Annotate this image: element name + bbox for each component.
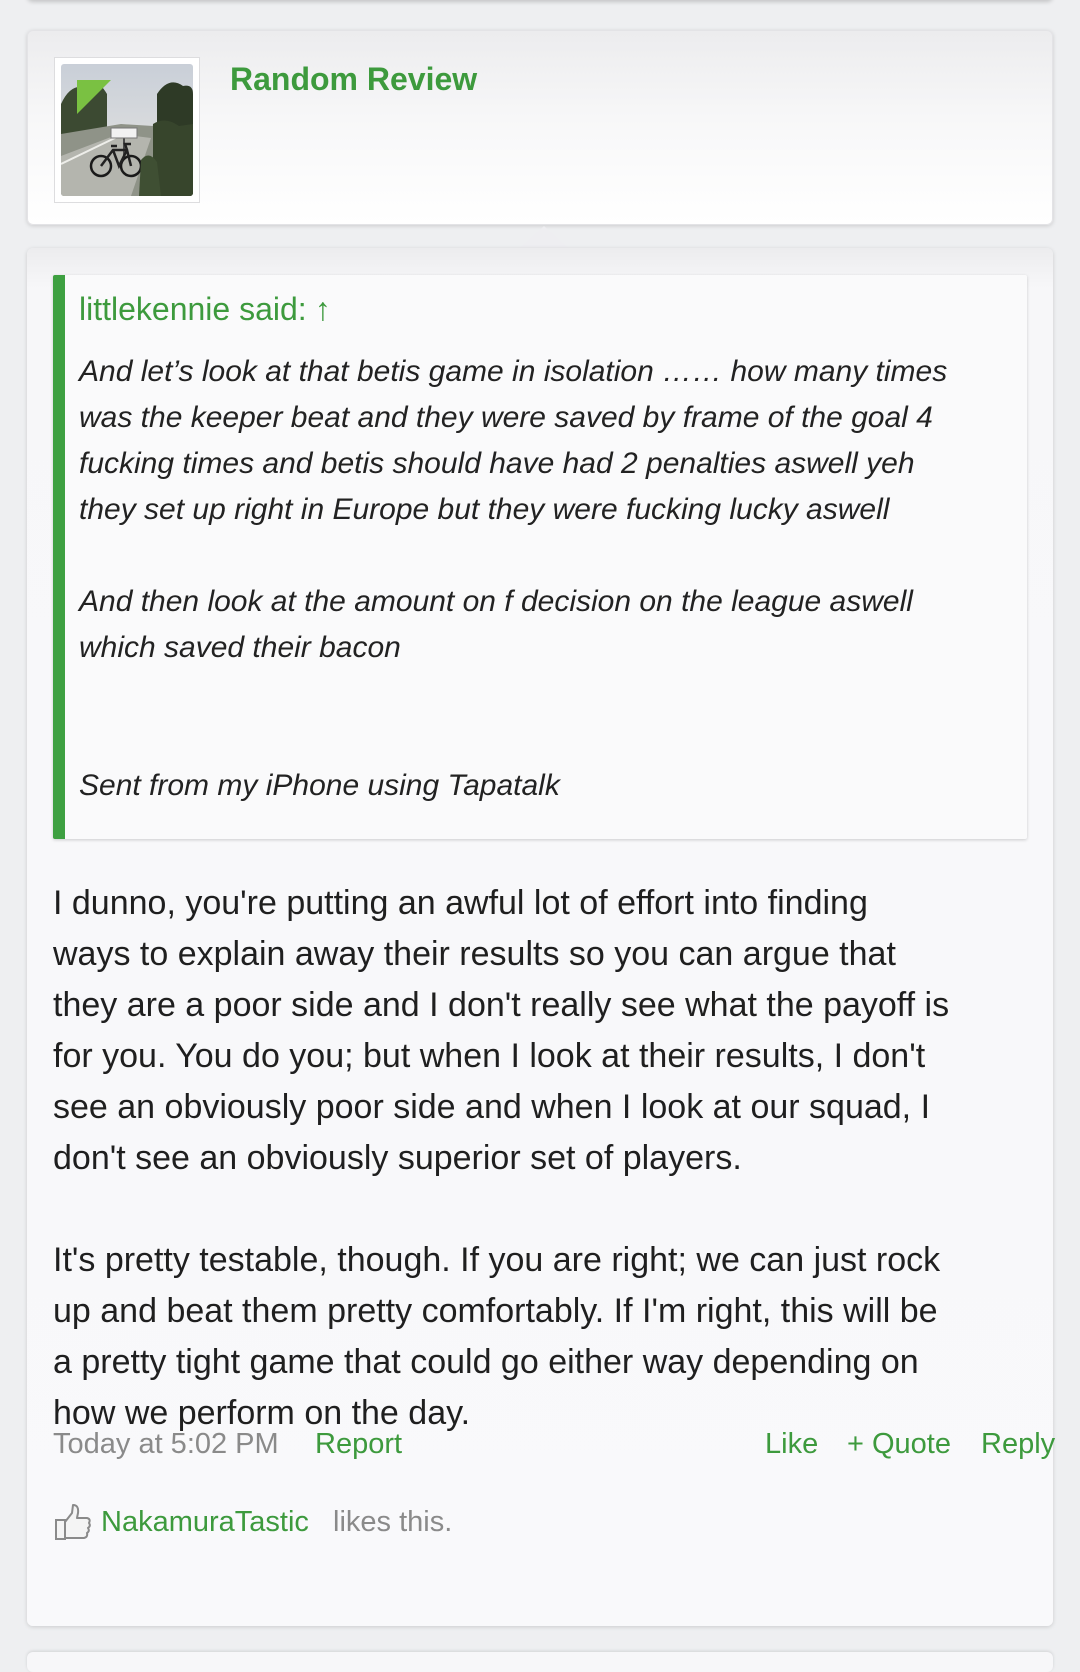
- post-message: littlekennie said: ↑ And let’s look at th…: [27, 248, 1055, 1626]
- quote-line: And let’s look at that betis game in iso…: [79, 355, 948, 388]
- post-author-username[interactable]: Random Review: [230, 61, 477, 98]
- post-line: ways to explain away their results so yo…: [53, 935, 896, 973]
- quote-block: littlekennie said: ↑ And let’s look at th…: [53, 275, 1027, 839]
- post-line: they are a poor side and I don't really …: [53, 986, 950, 1024]
- quote-line: which saved their bacon: [79, 631, 401, 664]
- quote-jump-arrow-icon[interactable]: ↑: [315, 291, 331, 327]
- post-line: up and beat them pretty comfortably. If …: [53, 1292, 938, 1330]
- post-line: see an obviously poor side and when I lo…: [53, 1088, 931, 1126]
- card-pointer: [520, 226, 568, 248]
- post-line: for you. You do you; but when I look at …: [53, 1037, 926, 1075]
- quote-author-label[interactable]: littlekennie said:: [79, 291, 307, 327]
- likes-text: likes this.: [333, 1506, 453, 1538]
- post-line: I dunno, you're putting an awful lot of …: [53, 884, 868, 922]
- post-body: I dunno, you're putting an awful lot of …: [53, 878, 1043, 1439]
- quote-text: And let’s look at that betis game in iso…: [79, 349, 1019, 809]
- online-badge: [77, 80, 111, 114]
- quote-button[interactable]: + Quote: [847, 1428, 951, 1461]
- likes-user-link[interactable]: NakamuraTastic: [101, 1506, 309, 1539]
- quote-author-link[interactable]: littlekennie said: ↑: [79, 291, 331, 328]
- avatar[interactable]: [54, 57, 200, 203]
- post-line: a pretty tight game that could go either…: [53, 1343, 919, 1381]
- thumbs-up-icon: [55, 1504, 91, 1540]
- like-button[interactable]: Like: [765, 1428, 818, 1461]
- post-line: don't see an obviously superior set of p…: [53, 1139, 742, 1177]
- quote-line: fucking times and betis should have had …: [79, 447, 915, 480]
- user-info-card: Random Review: [27, 30, 1053, 225]
- reply-button[interactable]: Reply: [981, 1428, 1055, 1461]
- post-meta-row: Today at 5:02 PM Report Like + Quote Rep…: [53, 1428, 1055, 1468]
- next-post-card-edge: [27, 1652, 1053, 1672]
- quote-line: And then look at the amount on f decisio…: [79, 585, 913, 618]
- report-button[interactable]: Report: [315, 1428, 402, 1461]
- quote-line: they set up right in Europe but they wer…: [79, 493, 890, 526]
- quote-line: was the keeper beat and they were saved …: [79, 401, 933, 434]
- post-line: It's pretty testable, though. If you are…: [53, 1241, 941, 1279]
- quote-signature: Sent from my iPhone using Tapatalk: [79, 769, 560, 802]
- post-timestamp[interactable]: Today at 5:02 PM: [53, 1428, 279, 1461]
